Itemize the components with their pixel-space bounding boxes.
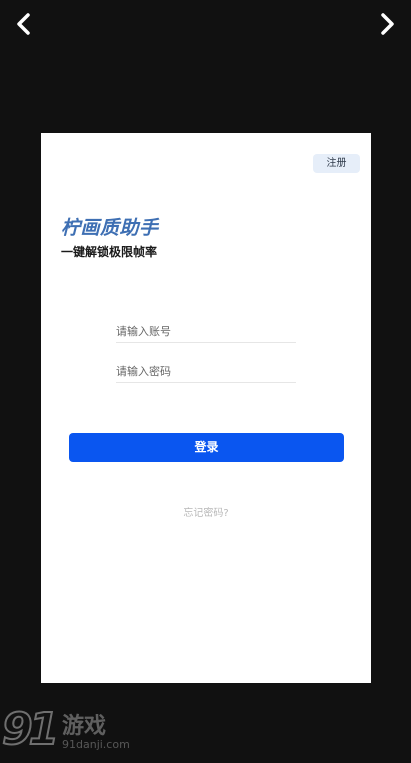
account-field [116,320,296,343]
site-watermark: 91 游戏 91danji.com [0,702,140,760]
password-input[interactable] [116,360,296,383]
forgot-password-link[interactable]: 忘记密码? [41,504,371,519]
watermark-number: 91 [1,703,60,756]
chevron-left-icon [17,13,30,35]
account-input[interactable] [116,320,296,343]
chevron-right-icon [381,13,394,35]
app-title: 柠画质助手 [61,217,159,239]
app-subtitle: 一键解锁极限帧率 [61,245,158,259]
watermark-url: 91danji.com [62,738,130,751]
password-field [116,360,296,383]
login-screen: 注册 柠画质助手 一键解锁极限帧率 登录 忘记密码? [41,133,371,683]
previous-image-button[interactable] [10,10,38,38]
register-button[interactable]: 注册 [313,154,360,173]
watermark-brand: 游戏 [62,714,107,739]
login-button[interactable]: 登录 [69,433,344,462]
next-image-button[interactable] [373,10,401,38]
image-viewer: 注册 柠画质助手 一键解锁极限帧率 登录 忘记密码? 91 游戏 91danji… [0,0,411,763]
